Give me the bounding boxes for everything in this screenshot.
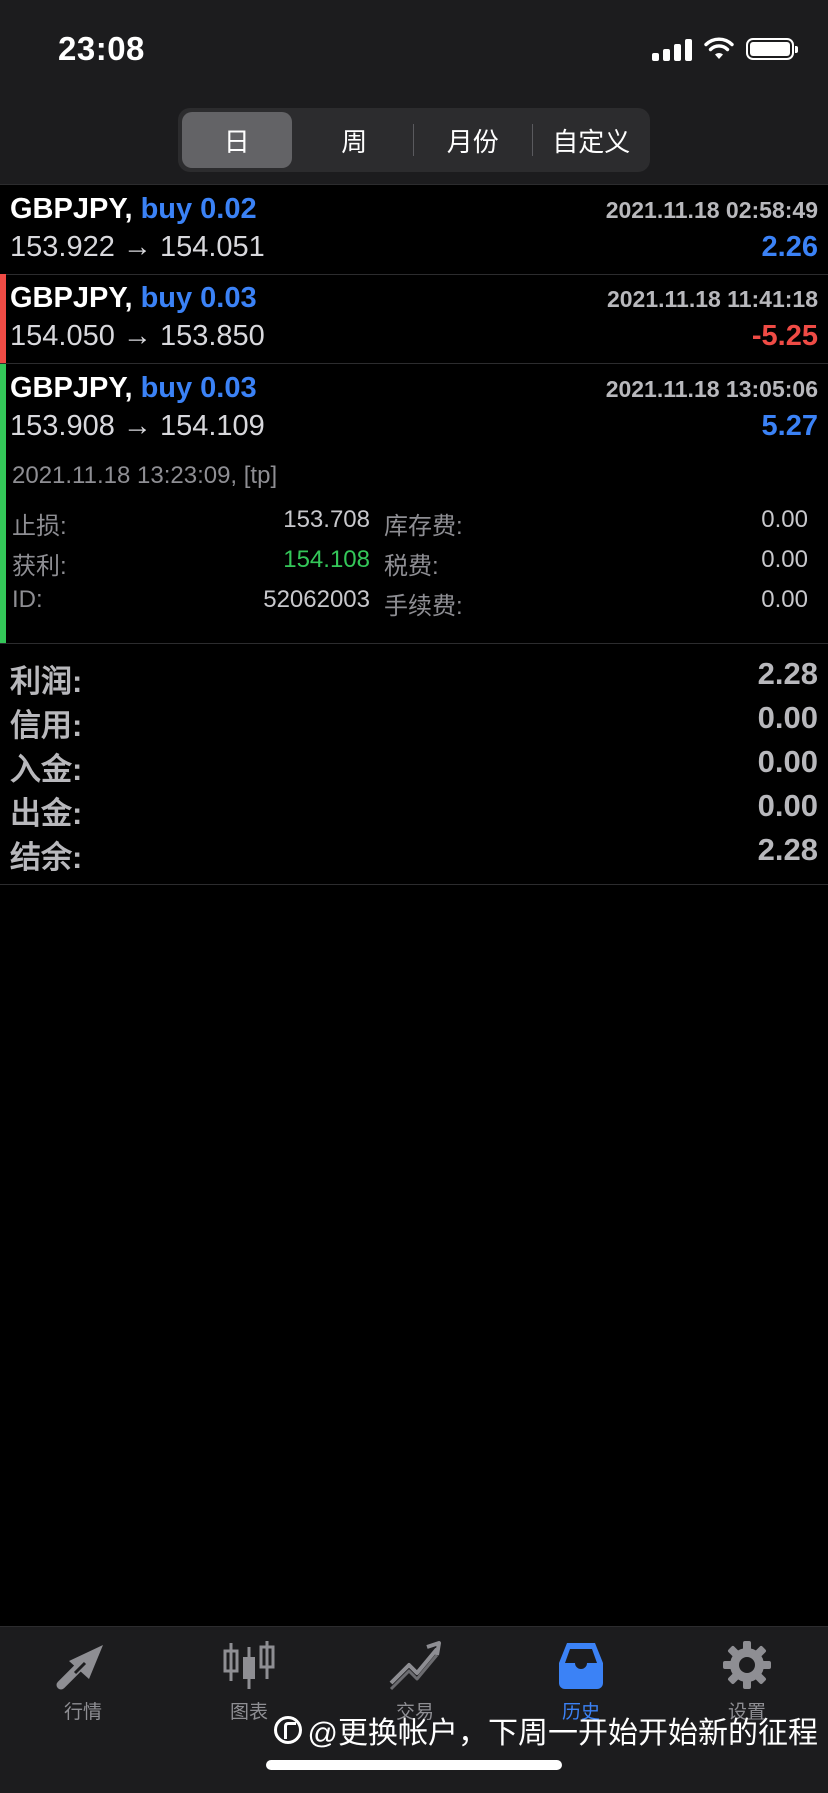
- deal-symbol: GBPJPY,: [10, 193, 133, 225]
- weibo-logo-icon: [273, 1716, 302, 1744]
- take-profit-value: 154.108: [283, 546, 370, 573]
- deal-accent-bar: [0, 364, 6, 643]
- commission-label: 手续费:: [384, 593, 463, 620]
- summary-value: 0.00: [757, 700, 818, 735]
- swap-value: 0.00: [761, 506, 808, 533]
- detail-row-stop-loss: 止损: 153.708 库存费: 0.00: [12, 506, 818, 542]
- detail-row-take-profit: 获利: 154.108 税费: 0.00: [12, 546, 818, 582]
- stop-loss-value: 153.708: [283, 506, 370, 533]
- summary-value: 0.00: [757, 744, 818, 779]
- deal-prices: 153.922 → 154.051: [10, 231, 265, 263]
- deal-row-expanded[interactable]: GBPJPY, buy 0.03 2021.11.18 13:05:06 153…: [0, 364, 828, 644]
- battery-icon: [746, 38, 798, 60]
- quotes-icon: [56, 1645, 103, 1690]
- take-profit-label: 获利:: [12, 553, 67, 580]
- commission-value: 0.00: [761, 586, 808, 613]
- period-segmented-control: 日 周 月份 自定义: [178, 108, 650, 172]
- stop-loss-label: 止损:: [12, 513, 67, 540]
- deal-profit: 5.27: [761, 410, 818, 442]
- deal-close-time: 2021.11.18 13:23:09, [tp]: [12, 462, 278, 489]
- deal-accent-bar: [0, 274, 6, 363]
- detail-row-id: ID: 52062003 手续费: 0.00: [12, 586, 818, 622]
- summary-label: 信用:: [10, 708, 83, 743]
- summary-profit: 利润: 2.28: [10, 656, 818, 700]
- watermark-text: @更换帐户，下周一开始开始新的征程: [307, 1717, 818, 1750]
- segment-divider: [413, 124, 414, 156]
- summary-value: 2.28: [757, 656, 818, 691]
- deal-prices: 153.908 → 154.109: [10, 410, 265, 442]
- summary-label: 出金:: [10, 796, 83, 831]
- summary-value: 2.28: [757, 832, 818, 867]
- segment-divider: [531, 124, 533, 156]
- wifi-icon: [704, 37, 734, 59]
- account-summary: 利润: 2.28 信用: 0.00 入金: 0.00 出金: 0.00 结余: …: [0, 643, 828, 885]
- deal-prices: 154.050 → 153.850: [10, 320, 265, 352]
- deal-time: 2021.11.18 02:58:49: [605, 197, 818, 223]
- id-label: ID:: [12, 586, 43, 613]
- summary-label: 利润:: [10, 664, 83, 699]
- id-value: 52062003: [263, 586, 370, 613]
- summary-value: 0.00: [757, 788, 818, 823]
- deal-side-volume: buy 0.03: [140, 282, 257, 314]
- period-selector-area: 日 周 月份 自定义: [0, 100, 828, 184]
- segment-day[interactable]: 日: [182, 112, 292, 168]
- deal-row[interactable]: GBPJPY, buy 0.02 2021.11.18 02:58:49 153…: [0, 184, 828, 275]
- chart-icon: [223, 1641, 275, 1689]
- status-bar: 23:08: [0, 0, 828, 100]
- signal-icon: [652, 37, 692, 61]
- deal-time: 2021.11.18 13:05:06: [605, 376, 818, 402]
- summary-label: 结余:: [10, 840, 83, 875]
- history-icon: [559, 1643, 603, 1689]
- deal-title: GBPJPY, buy 0.03: [10, 372, 257, 405]
- deal-side-volume: buy 0.02: [140, 193, 257, 225]
- summary-credit: 信用: 0.00: [10, 700, 818, 744]
- tab-label: 行情: [63, 1702, 102, 1723]
- taxes-value: 0.00: [761, 546, 808, 573]
- swap-label: 库存费:: [384, 513, 463, 540]
- deal-symbol: GBPJPY,: [10, 372, 133, 404]
- watermark: @更换帐户，下周一开始开始新的征程: [273, 1708, 818, 1752]
- status-time: 23:08: [58, 30, 145, 67]
- summary-balance: 结余: 2.28: [10, 832, 818, 876]
- home-indicator[interactable]: [266, 1760, 562, 1770]
- segment-custom[interactable]: 自定义: [537, 112, 647, 168]
- segment-month[interactable]: 月份: [418, 112, 528, 168]
- summary-withdrawal: 出金: 0.00: [10, 788, 818, 832]
- deal-side-volume: buy 0.03: [140, 372, 257, 404]
- deal-profit: 2.26: [761, 231, 818, 263]
- taxes-label: 税费:: [384, 553, 439, 580]
- status-icons: [652, 34, 798, 64]
- deal-title: GBPJPY, buy 0.02: [10, 193, 257, 226]
- deal-title: GBPJPY, buy 0.03: [10, 282, 257, 315]
- deal-time: 2021.11.18 11:41:18: [606, 286, 818, 312]
- summary-deposit: 入金: 0.00: [10, 744, 818, 788]
- deal-symbol: GBPJPY,: [10, 282, 133, 314]
- deal-profit: -5.25: [751, 320, 818, 352]
- settings-icon: [723, 1641, 771, 1689]
- trade-icon: [389, 1641, 441, 1691]
- tab-quotes[interactable]: 行情: [0, 1639, 166, 1729]
- segment-week[interactable]: 周: [300, 112, 410, 168]
- deal-row[interactable]: GBPJPY, buy 0.03 2021.11.18 11:41:18 154…: [0, 274, 828, 364]
- summary-label: 入金:: [10, 752, 83, 787]
